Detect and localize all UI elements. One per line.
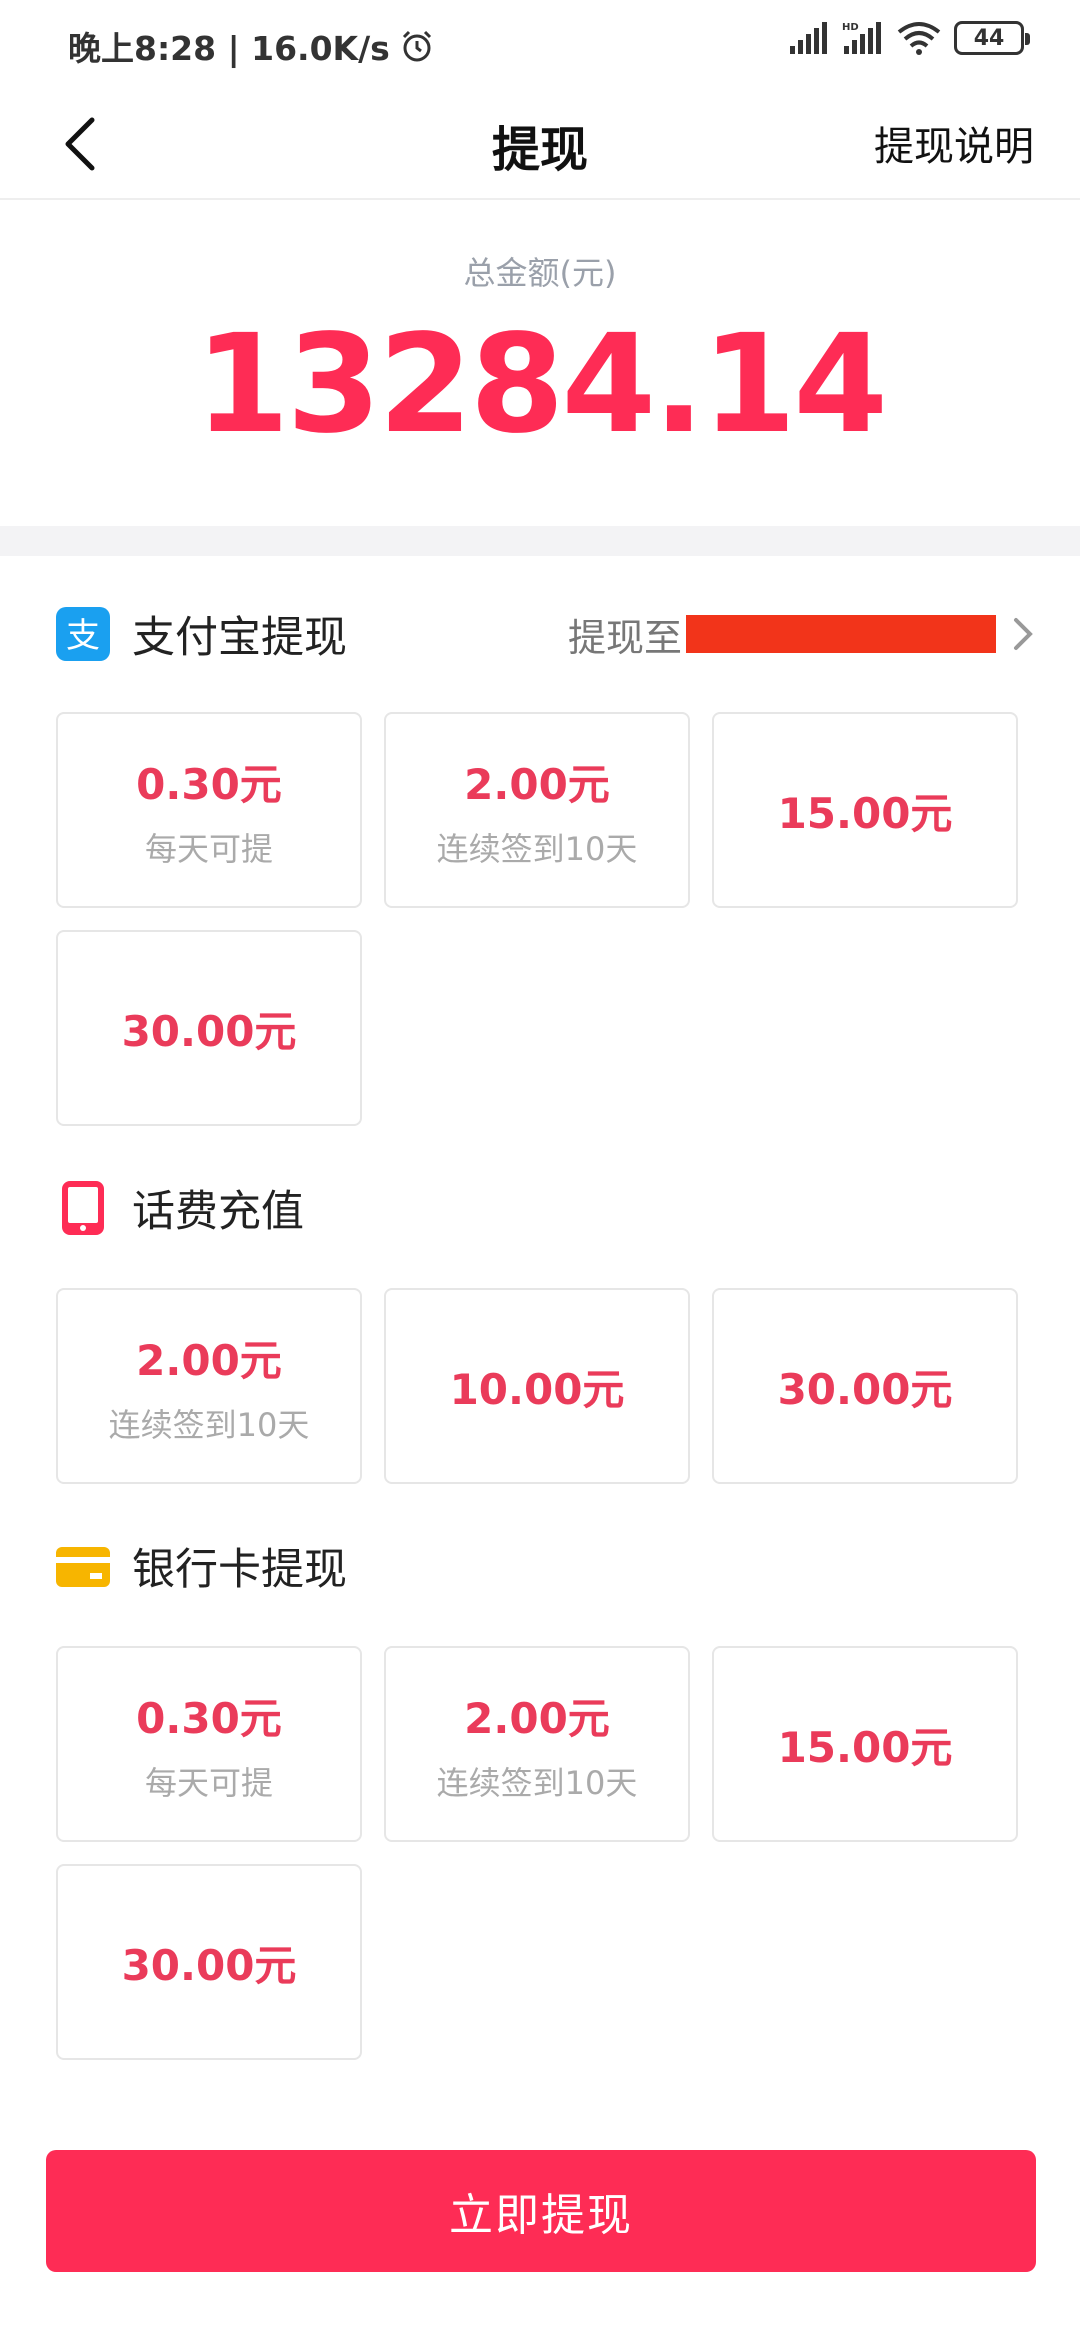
bank-option[interactable]: 0.30元 每天可提 — [56, 1646, 362, 1842]
wifi-icon — [897, 22, 941, 55]
alipay-section-title: 支付宝提现 — [132, 613, 347, 663]
phone-section-title: 话费充值 — [132, 1187, 304, 1237]
option-amount: 30.00元 — [121, 1006, 297, 1056]
phone-option[interactable]: 30.00元 — [712, 1288, 1018, 1484]
bank-option[interactable]: 2.00元 连续签到10天 — [384, 1646, 690, 1842]
bank-section-title: 银行卡提现 — [132, 1545, 347, 1595]
total-amount: 13284.14 — [194, 306, 888, 464]
option-amount: 30.00元 — [777, 1364, 953, 1414]
option-amount: 0.30元 — [136, 1693, 282, 1743]
redacted-account — [686, 615, 996, 653]
status-time-speed: 晚上8:28 | 16.0K/s — [68, 29, 390, 68]
option-condition: 连续签到10天 — [108, 1405, 310, 1444]
nav-bar: 提现 提现说明 — [0, 86, 1080, 200]
alipay-option[interactable]: 15.00元 — [712, 712, 1018, 908]
withdraw-now-button[interactable]: 立即提现 — [46, 2150, 1036, 2272]
status-bar: 晚上8:28 | 16.0K/s HD 44 — [0, 0, 1080, 86]
option-amount: 15.00元 — [777, 1722, 953, 1772]
chevron-right-icon — [1014, 618, 1033, 650]
option-amount: 0.30元 — [136, 759, 282, 809]
signal-icon — [790, 22, 827, 54]
phone-icon — [62, 1181, 104, 1235]
bank-option[interactable]: 30.00元 — [56, 1864, 362, 2060]
total-label: 总金额(元) — [463, 254, 617, 292]
hd-label: HD — [842, 22, 859, 33]
bank-option[interactable]: 15.00元 — [712, 1646, 1018, 1842]
option-amount: 2.00元 — [136, 1335, 282, 1385]
signal-hd-icon: HD — [842, 22, 881, 54]
alarm-icon — [402, 30, 431, 62]
option-condition: 每天可提 — [144, 829, 273, 868]
option-condition: 连续签到10天 — [436, 1763, 638, 1802]
phone-section-header: 话费充值 — [56, 1178, 304, 1238]
option-amount: 30.00元 — [121, 1940, 297, 1990]
alipay-icon-glyph: 支 — [66, 616, 100, 656]
alipay-option[interactable]: 0.30元 每天可提 — [56, 712, 362, 908]
option-condition: 每天可提 — [144, 1763, 273, 1802]
phone-option[interactable]: 10.00元 — [384, 1288, 690, 1484]
option-condition: 连续签到10天 — [436, 829, 638, 868]
bank-section-header: 银行卡提现 — [56, 1536, 347, 1596]
option-amount: 15.00元 — [777, 788, 953, 838]
alipay-account-selector[interactable]: 提现至 — [568, 604, 1038, 664]
option-amount: 2.00元 — [464, 1693, 610, 1743]
phone-option[interactable]: 2.00元 连续签到10天 — [56, 1288, 362, 1484]
status-icons: HD 44 — [788, 20, 1030, 56]
bank-card-icon — [56, 1547, 110, 1587]
option-amount: 2.00元 — [464, 759, 610, 809]
alipay-target-label: 提现至 — [567, 615, 682, 660]
battery-level: 44 — [973, 25, 1005, 51]
alipay-option[interactable]: 2.00元 连续签到10天 — [384, 712, 690, 908]
alipay-icon: 支 — [56, 607, 110, 661]
section-divider — [0, 526, 1080, 556]
withdraw-info-link[interactable]: 提现说明 — [874, 114, 1034, 172]
battery-icon: 44 — [954, 21, 1030, 55]
status-time: 晚上8:28 | 16.0K/s — [68, 22, 434, 70]
alipay-option[interactable]: 30.00元 — [56, 930, 362, 1126]
option-amount: 10.00元 — [449, 1364, 625, 1414]
alipay-section-header: 支 支付宝提现 — [56, 604, 347, 664]
